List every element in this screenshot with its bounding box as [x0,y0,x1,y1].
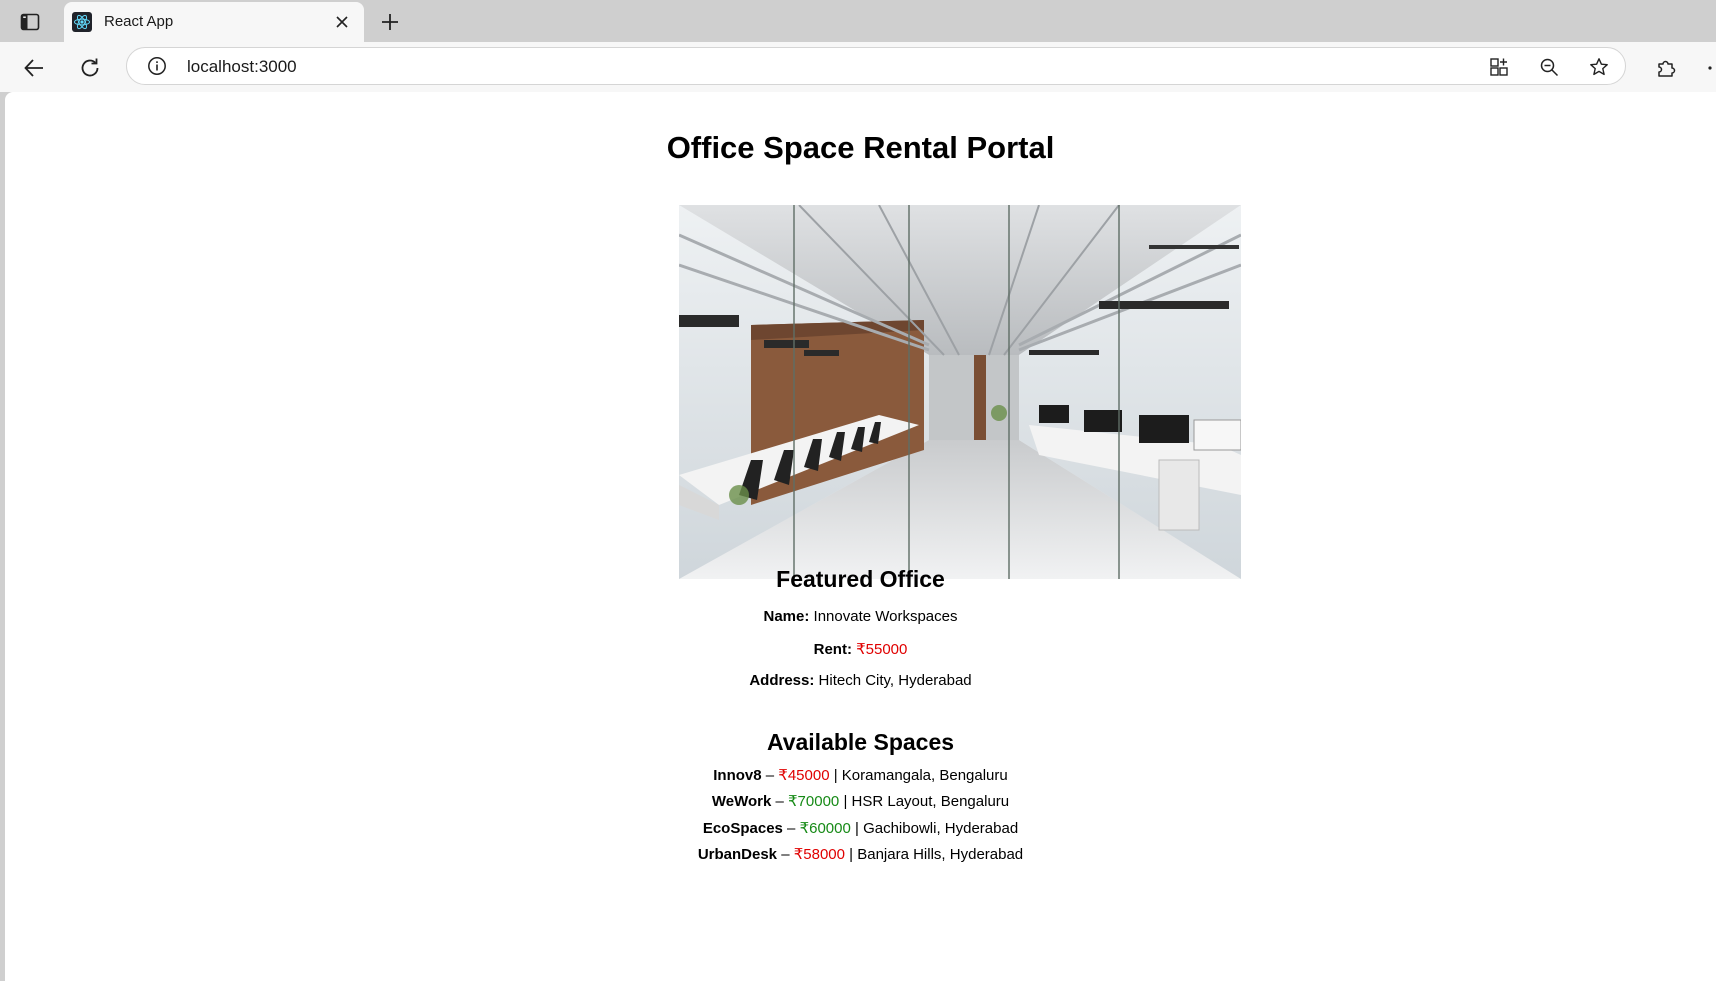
space-rent: ₹58000 [793,846,845,863]
space-name: EcoSpaces [702,820,783,837]
sidebar-toggle-button[interactable] [14,9,46,35]
reload-icon [81,58,99,77]
separator: | [833,767,838,784]
name-value: Innovate Workspaces [813,608,958,625]
url-text: localhost:3000 [187,57,297,76]
list-item: WeWork – ₹70000 | HSR Layout, Bengaluru [5,792,1716,810]
space-location: Koramangala, Bengaluru [841,767,1008,784]
menu-button-partial[interactable] [1700,54,1716,82]
back-button[interactable] [20,54,48,82]
back-arrow-icon [24,59,43,77]
dash: – [781,846,790,863]
separator: | [855,820,859,837]
available-spaces-heading: Available Spaces [766,729,955,755]
favorite-star-icon [1590,58,1608,76]
separator: | [849,846,854,863]
list-item: Innov8 – ₹45000 | Koramangala, Bengaluru [5,766,1716,784]
close-tab-button[interactable] [332,12,352,32]
separator: | [843,793,848,810]
featured-rent: Rent: ₹55000 [5,640,1716,658]
space-location: Banjara Hills, Hyderabad [857,846,1024,863]
name-label: Name: [763,608,810,625]
space-rent: ₹60000 [799,820,851,837]
sidebar-toggle-icon [20,13,40,31]
rent-value: ₹55000 [856,641,908,658]
extensions-button[interactable] [1652,54,1680,82]
app-install-button[interactable] [1488,56,1510,78]
space-location: Gachibowli, Hyderabad [863,820,1019,837]
list-item: UrbanDesk – ₹58000 | Banjara Hills, Hyde… [5,845,1716,863]
address-bar[interactable]: localhost:3000 [126,47,1626,85]
space-name: Innov8 [713,767,762,784]
extensions-icon [1658,60,1676,77]
address-label: Address: [749,672,815,689]
app-install-icon [1490,58,1508,76]
featured-address: Address: Hitech City, Hyderabad [5,672,1716,689]
space-location: HSR Layout, Bengaluru [851,793,1010,810]
featured-name: Name: Innovate Workspaces [5,608,1716,625]
reload-button[interactable] [76,54,104,82]
featured-office-heading: Featured Office [776,566,945,592]
space-rent: ₹70000 [788,793,840,810]
zoom-out-icon [1540,58,1559,77]
dash: – [787,820,796,837]
plus-icon [382,14,398,30]
react-logo-icon [72,12,92,32]
browser-toolbar: localhost:3000 [0,42,1716,92]
tab-title: React App [104,13,174,30]
dash: – [765,767,775,784]
site-info-button[interactable] [147,56,167,76]
office-hero-image [679,205,1241,579]
page-title: Office Space Rental Portal [666,130,1055,165]
zoom-out-button[interactable] [1538,56,1560,78]
list-item: EcoSpaces – ₹60000 | Gachibowli, Hyderab… [5,819,1716,837]
favorite-button[interactable] [1588,56,1610,78]
space-rent: ₹45000 [778,767,830,784]
space-name: WeWork [711,793,772,810]
rent-label: Rent: [813,641,852,658]
space-name: UrbanDesk [697,846,778,863]
dash: – [775,793,784,810]
tab-react-app[interactable]: React App [64,2,364,42]
page-viewport: Office Space Rental Portal Featured Offi… [5,92,1716,981]
info-icon [148,57,166,75]
new-tab-button[interactable] [376,9,404,35]
address-value: Hitech City, Hyderabad [818,672,972,689]
tab-bar: React App [0,0,1716,42]
close-icon [336,16,348,28]
more-icon [1708,66,1712,70]
